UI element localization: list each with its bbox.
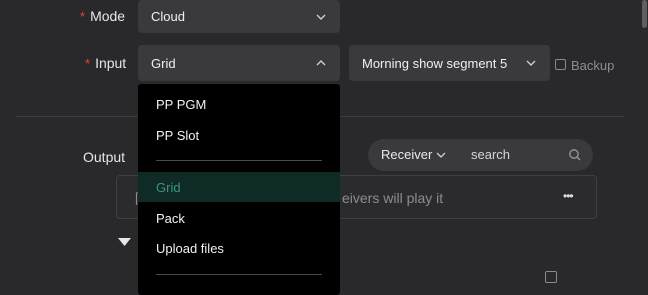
dropdown-item-label: Upload files: [156, 240, 224, 256]
search-icon: [569, 149, 581, 161]
input-select-value: Grid: [151, 55, 176, 71]
page-scrollbar[interactable]: [642, 0, 647, 28]
mode-label: Mode: [90, 8, 126, 24]
dropdown-item-label: PP PGM: [156, 96, 207, 112]
dropdown-item-grid[interactable]: Grid: [138, 172, 340, 202]
row-checkbox[interactable]: [545, 271, 557, 283]
backup-checkbox[interactable]: [555, 59, 566, 70]
output-label: Output: [83, 149, 126, 165]
dropdown-item-upload-files[interactable]: Upload files: [138, 233, 340, 263]
dropdown-separator: [156, 160, 322, 161]
chevron-down-icon: [526, 60, 536, 66]
backup-label: Backup: [571, 58, 615, 73]
mode-select-value: Cloud: [151, 9, 185, 24]
dropdown-item-pp-pgm[interactable]: PP PGM: [138, 89, 340, 119]
input-label: Input: [95, 55, 127, 71]
dropdown-item-label: PP Slot: [156, 127, 200, 143]
segment-select[interactable]: Morning show segment 5: [349, 45, 550, 81]
dropdown-item-label: Grid: [156, 179, 181, 195]
message-text: eivers will play it: [342, 190, 444, 206]
dropdown-item-pack[interactable]: Pack: [138, 203, 340, 233]
input-dropdown-menu: PP PGM PP Slot Grid Pack Upload files: [138, 84, 340, 295]
dropdown-separator: [156, 274, 322, 275]
input-select[interactable]: Grid: [138, 45, 340, 81]
input-label-wrap: * Input: [85, 55, 126, 71]
mode-select[interactable]: Cloud: [138, 0, 340, 33]
mode-label-wrap: * Mode: [80, 8, 125, 24]
receiver-filter-label: Receiver: [381, 147, 433, 162]
more-options-button[interactable]: •••: [563, 189, 574, 203]
dropdown-item-label: Pack: [156, 210, 185, 226]
caret-down-icon[interactable]: [118, 238, 131, 248]
required-asterisk: *: [85, 56, 91, 71]
chevron-down-icon: [316, 14, 326, 20]
search-input[interactable]: search: [459, 139, 593, 171]
chevron-down-icon: [436, 152, 446, 158]
receiver-search-bar: Receiver search: [368, 139, 593, 171]
receiver-filter[interactable]: Receiver: [381, 147, 432, 162]
segment-select-value: Morning show segment 5: [362, 55, 508, 71]
required-asterisk: *: [80, 9, 86, 24]
dropdown-item-pp-slot[interactable]: PP Slot: [138, 120, 340, 150]
chevron-up-icon: [316, 60, 326, 66]
search-placeholder: search: [471, 147, 511, 162]
